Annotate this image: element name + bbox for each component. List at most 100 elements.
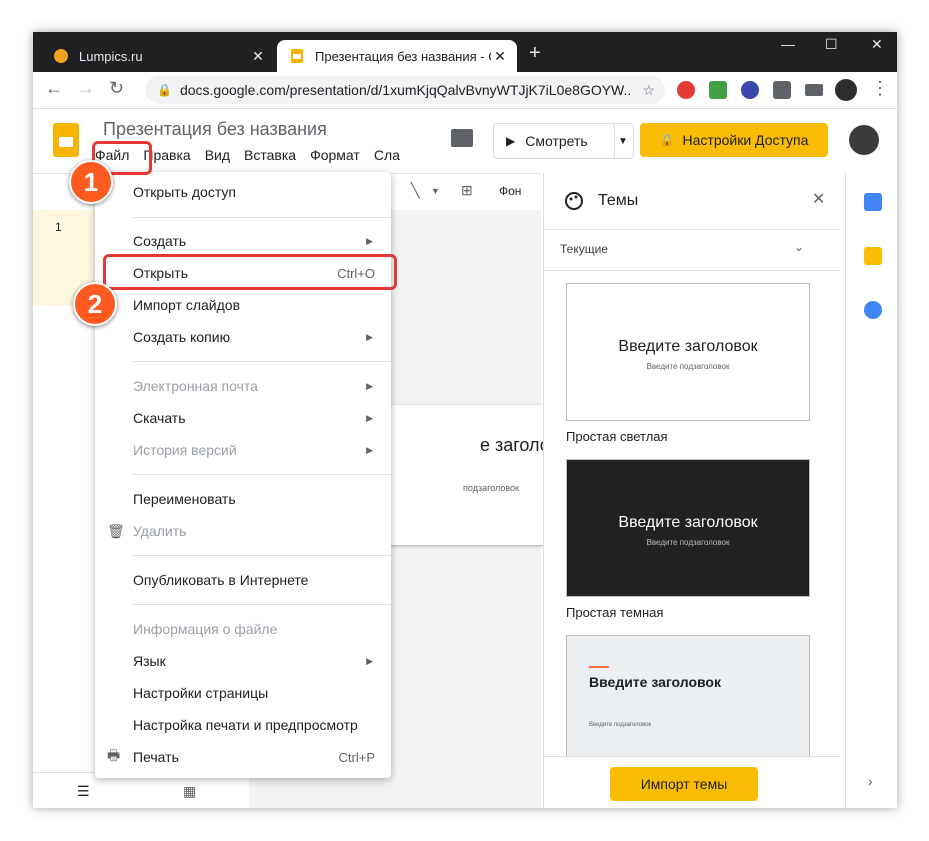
step-badge-2: 2: [73, 282, 117, 326]
themes-header: Темы: [564, 191, 638, 211]
slide-number: 1: [55, 220, 62, 234]
slides-favicon-icon: [291, 49, 303, 63]
menu-view[interactable]: Вид: [205, 147, 230, 163]
menu-item-page-setup[interactable]: Настройки страницы: [95, 677, 391, 709]
avatar[interactable]: [849, 125, 879, 155]
extension-icon[interactable]: [741, 81, 759, 99]
url-input[interactable]: 🔒 docs.google.com/presentation/d/1xumKjq…: [145, 76, 665, 104]
chevron-down-icon[interactable]: ▼: [431, 186, 440, 196]
import-footer: Импорт темы: [544, 756, 840, 808]
menu-item-label: Информация о файле: [133, 621, 278, 637]
step-badge-1: 1: [69, 160, 113, 204]
maximize-icon[interactable]: ☐: [825, 36, 838, 53]
filmstrip-view-icon[interactable]: ☰: [77, 783, 90, 800]
printer-icon: 🖶: [107, 747, 121, 763]
close-window-icon[interactable]: ✕: [871, 36, 883, 53]
theme-subtitle-text: Введите подзаголовок: [589, 722, 652, 728]
background-button[interactable]: Фон: [499, 184, 521, 198]
menu-item-label: Создать: [133, 233, 187, 249]
palette-icon: [565, 192, 583, 210]
line-icon[interactable]: ╲: [411, 182, 419, 199]
puzzle-icon[interactable]: [773, 81, 791, 99]
present-dropdown-icon[interactable]: ▼: [613, 123, 634, 159]
menu-item-import-slides[interactable]: Импорт слайдов: [95, 289, 391, 321]
menu-item-label: Язык: [133, 653, 166, 669]
menu-item-download[interactable]: Скачать ▶: [95, 402, 391, 434]
menu-divider: [133, 474, 391, 475]
share-label: Настройки Доступа: [682, 132, 809, 148]
menu-item-make-copy[interactable]: Создать копию ▶: [95, 321, 391, 353]
add-comment-icon[interactable]: ⊞: [461, 182, 473, 199]
more-icon[interactable]: ⋮: [871, 78, 889, 99]
tab-presentation[interactable]: Презентация без названия - Go ✕: [277, 40, 517, 72]
forward-icon[interactable]: →: [77, 78, 95, 99]
submenu-arrow-icon: ▶: [366, 444, 373, 455]
slides-logo-icon[interactable]: [53, 123, 79, 157]
comment-icon[interactable]: [451, 129, 473, 147]
chevron-right-icon[interactable]: ›: [868, 773, 873, 789]
menu-item-new[interactable]: Создать ▶: [95, 225, 391, 257]
menu-item-email[interactable]: Электронная почта ▶: [95, 370, 391, 402]
menu-item-label: Электронная почта: [133, 378, 258, 394]
menu-item-details[interactable]: Информация о файле: [95, 613, 391, 645]
current-label: Текущие: [560, 242, 608, 256]
menu-item-label: Переименовать: [133, 491, 236, 507]
menu-divider: [133, 604, 391, 605]
browser-titlebar: Lumpics.ru ✕ Презентация без названия - …: [33, 32, 897, 72]
menu-item-label: Настройки страницы: [133, 685, 269, 701]
menu-insert[interactable]: Вставка: [244, 147, 296, 163]
menu-format[interactable]: Формат: [310, 147, 360, 163]
reload-icon[interactable]: ↻: [109, 78, 124, 99]
side-panel: ›: [845, 173, 897, 808]
share-button[interactable]: 🔒 Настройки Доступа: [640, 123, 828, 157]
keep-icon[interactable]: [864, 247, 882, 265]
theme-simple-dark[interactable]: Введите заголовок Введите подзаголовок: [566, 459, 810, 597]
menu-item-language[interactable]: Язык ▶: [95, 645, 391, 677]
extension-icon[interactable]: [677, 81, 695, 99]
playlist-icon[interactable]: [805, 84, 823, 96]
accent-line: [589, 666, 609, 668]
themes-panel: Темы ✕ Текущие ⌄ Введите заголовок Введи…: [543, 173, 844, 808]
tasks-icon[interactable]: [864, 301, 882, 319]
close-icon[interactable]: ✕: [249, 48, 267, 65]
submenu-arrow-icon: ▶: [366, 655, 373, 666]
import-theme-button[interactable]: Импорт темы: [610, 767, 758, 801]
new-tab-icon[interactable]: +: [529, 42, 541, 65]
lock-icon: 🔒: [659, 133, 675, 147]
close-icon[interactable]: ✕: [491, 48, 509, 65]
menu-item-version-history[interactable]: История версий ▶: [95, 434, 391, 466]
theme-simple-light[interactable]: Введите заголовок Введите подзаголовок: [566, 283, 810, 421]
calendar-icon[interactable]: [864, 193, 882, 211]
grid-view-icon[interactable]: ▦: [183, 783, 196, 800]
menu-item-share[interactable]: Открыть доступ: [95, 176, 391, 208]
menu-item-rename[interactable]: Переименовать: [95, 483, 391, 515]
browser-window: Lumpics.ru ✕ Презентация без названия - …: [33, 32, 897, 808]
tab-title: Lumpics.ru: [79, 48, 143, 64]
menu-item-print[interactable]: 🖶 Печать Ctrl+P: [95, 741, 391, 773]
close-icon[interactable]: ✕: [812, 189, 825, 209]
menu-item-label: Скачать: [133, 410, 186, 426]
menu-item-delete[interactable]: 🗑 Удалить: [95, 515, 391, 547]
menu-item-label: Открыть доступ: [133, 184, 236, 200]
profile-avatar[interactable]: [835, 79, 857, 101]
chevron-down-icon: ⌄: [794, 240, 805, 254]
docs-header: Презентация без названия Файл Правка Вид…: [33, 109, 897, 173]
back-icon[interactable]: ←: [45, 78, 63, 99]
current-themes-section[interactable]: Текущие ⌄: [544, 229, 840, 271]
menu-item-shortcut: Ctrl+P: [338, 749, 375, 765]
tab-lumpics[interactable]: Lumpics.ru ✕: [41, 40, 275, 72]
menu-slide[interactable]: Сла: [374, 147, 400, 163]
themes-title: Темы: [598, 192, 639, 209]
extension-icon[interactable]: [709, 81, 727, 99]
menu-divider: [133, 217, 391, 218]
menu-item-publish[interactable]: Опубликовать в Интернете: [95, 564, 391, 596]
theme-streamline[interactable]: Введите заголовок Введите подзаголовок: [566, 635, 810, 757]
theme-title-text: Введите заголовок: [618, 514, 758, 531]
document-title[interactable]: Презентация без названия: [103, 119, 327, 140]
star-icon[interactable]: ☆: [642, 82, 655, 99]
menu-item-label: Создать копию: [133, 329, 231, 345]
submenu-arrow-icon: ▶: [366, 331, 373, 342]
menu-item-print-preview[interactable]: Настройка печати и предпросмотр: [95, 709, 391, 741]
minimize-icon[interactable]: —: [781, 36, 795, 52]
present-button[interactable]: ▶ Смотреть: [493, 123, 615, 159]
